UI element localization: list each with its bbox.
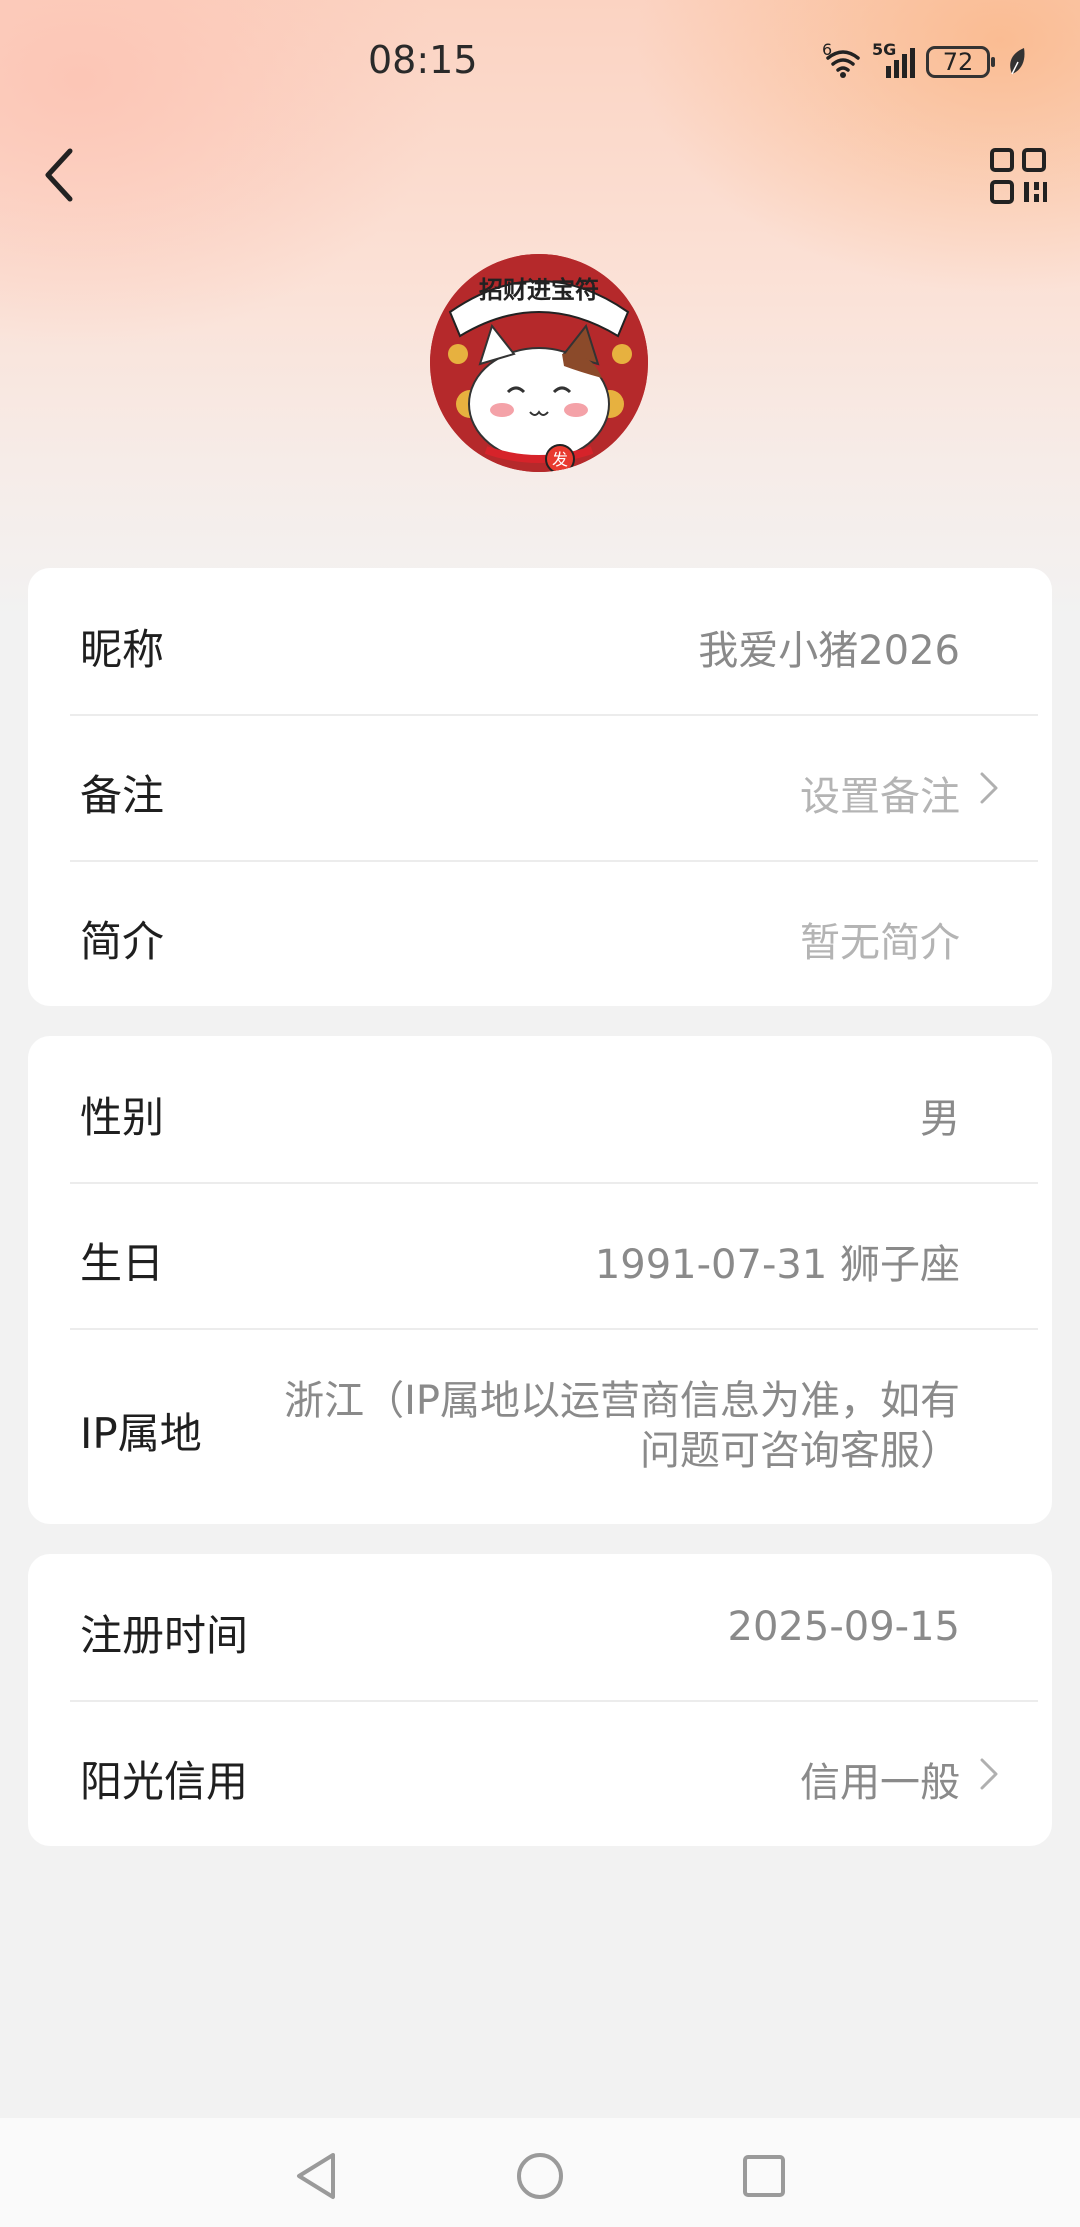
wifi-badge: 6: [822, 40, 833, 59]
status-bar: 08:15 6 5G 72: [0, 0, 1080, 120]
status-icons: 6 5G 72: [822, 40, 1028, 82]
basic-info-card: 昵称 我爱小猪2026 备注 设置备注 简介 暂无简介: [28, 568, 1052, 1006]
battery-icon: 72: [926, 46, 995, 78]
register-time-row[interactable]: 注册时间 2025-09-15: [28, 1554, 1052, 1700]
qr-code-button[interactable]: [988, 146, 1050, 208]
leaf-icon: [1006, 46, 1028, 78]
nickname-row[interactable]: 昵称 我爱小猪2026: [28, 568, 1052, 714]
sunshine-credit-label: 阳光信用: [80, 1757, 249, 1806]
qr-code-icon: [990, 148, 1047, 204]
birthday-value: 1991-07-31 狮子座: [594, 1242, 960, 1288]
ip-location-label: IP属地: [80, 1409, 202, 1458]
bio-label: 简介: [80, 917, 165, 966]
ip-location-value: 浙江（IP属地以运营商信息为准，如有问题可咨询客服）: [284, 1378, 960, 1474]
gender-value: 男: [920, 1096, 960, 1142]
birthday-label: 生日: [80, 1239, 165, 1288]
cellular-signal-icon: 5G: [872, 40, 918, 80]
square-recents-icon: [743, 2155, 785, 2197]
birthday-row[interactable]: 生日 1991-07-31 狮子座: [28, 1182, 1052, 1328]
back-button[interactable]: [28, 140, 88, 210]
nickname-value: 我爱小猪2026: [698, 628, 960, 674]
personal-info-card: 性别 男 生日 1991-07-31 狮子座 IP属地 浙江（IP属地以运营商信…: [28, 1036, 1052, 1524]
status-time: 08:15: [368, 38, 478, 82]
register-time-value: 2025-09-15: [727, 1604, 960, 1650]
account-info-card: 注册时间 2025-09-15 阳光信用 信用一般: [28, 1554, 1052, 1846]
nickname-label: 昵称: [80, 625, 165, 674]
gender-row[interactable]: 性别 男: [28, 1036, 1052, 1182]
remark-row[interactable]: 备注 设置备注: [28, 714, 1052, 860]
ip-location-row[interactable]: IP属地 浙江（IP属地以运营商信息为准，如有问题可咨询客服）: [28, 1328, 1052, 1524]
bio-value: 暂无简介: [800, 920, 960, 966]
triangle-back-icon: [297, 2153, 335, 2199]
chevron-left-icon: [45, 148, 73, 202]
profile-page: 08:15 6 5G 72 发 招财进宝符 昵称 我爱小猪2026 备注 设置备…: [0, 0, 1080, 2227]
circle-home-icon: [517, 2153, 563, 2199]
wifi-icon: 6: [822, 40, 864, 80]
nav-recents-button[interactable]: [734, 2146, 794, 2206]
chevron-right-icon: [980, 772, 998, 804]
avatar[interactable]: 发 招财进宝符: [430, 254, 648, 472]
nav-back-button[interactable]: [286, 2146, 346, 2206]
remark-value: 设置备注: [800, 774, 960, 820]
bio-row[interactable]: 简介 暂无简介: [28, 860, 1052, 1006]
chevron-right-icon: [980, 1758, 998, 1790]
avatar-caption: 招财进宝符: [479, 276, 599, 304]
remark-label: 备注: [80, 771, 165, 820]
register-time-label: 注册时间: [80, 1611, 249, 1660]
nav-home-button[interactable]: [510, 2146, 570, 2206]
gender-label: 性别: [80, 1093, 165, 1142]
avatar-badge: 发: [552, 450, 568, 469]
system-nav-bar: [0, 2118, 1080, 2227]
sunshine-credit-row[interactable]: 阳光信用 信用一般: [28, 1700, 1052, 1846]
network-type: 5G: [872, 40, 897, 59]
sunshine-credit-value: 信用一般: [800, 1760, 960, 1806]
